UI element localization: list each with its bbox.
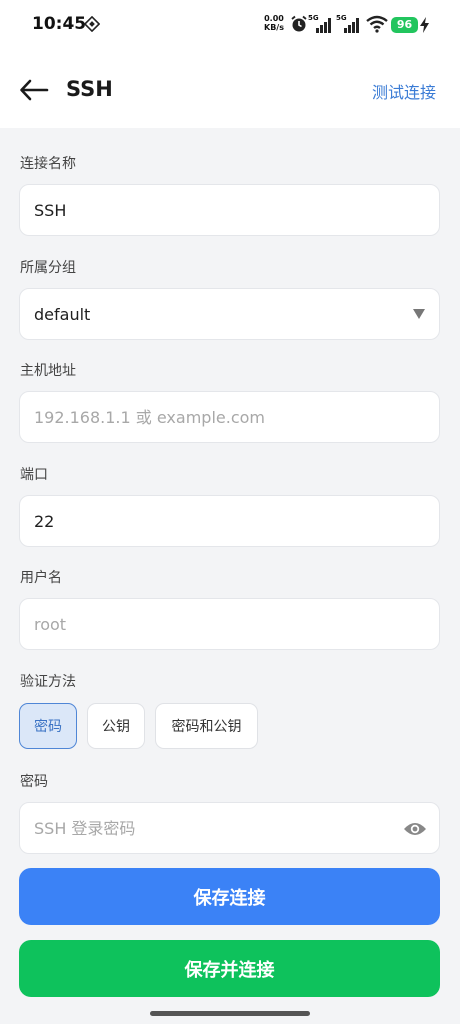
eye-icon[interactable] [403,819,427,839]
diamond-status-icon [84,16,100,32]
host-label: 主机地址 [20,363,76,379]
connection-name-label: 连接名称 [20,156,76,172]
net-speed-unit: KB/s [264,23,284,32]
auth-option-password[interactable]: 密码 [19,703,77,749]
auth-option-password-and-publickey[interactable]: 密码和公钥 [155,703,258,749]
port-field[interactable] [19,495,440,547]
signal-icon [316,18,331,33]
signal-1: 5G [308,14,332,34]
home-indicator [150,1011,310,1016]
username-field[interactable] [19,598,440,650]
bolt-icon [420,17,429,33]
group-selected-value: default [34,304,91,324]
password-field[interactable] [19,802,440,854]
signal-icon [344,18,359,33]
back-arrow-icon[interactable] [18,76,50,104]
username-label: 用户名 [20,570,62,586]
port-input[interactable] [34,511,425,531]
host-field[interactable] [19,391,440,443]
app-bar: SSH 测试连接 [0,60,460,120]
test-connection-button[interactable]: 测试连接 [372,79,436,103]
page-title: SSH [66,77,113,101]
status-bar: 10:45 0.00 KB/s 5G 5G 96 [0,0,460,52]
status-time: 10:45 [32,14,87,34]
signal-2: 5G [336,14,360,34]
net-speed: 0.00 KB/s [264,14,284,32]
battery-indicator: 96 [391,17,418,33]
group-label: 所属分组 [20,260,76,276]
connection-name-field[interactable] [19,184,440,236]
connection-name-input[interactable] [34,200,425,220]
net-speed-value: 0.00 [264,14,284,23]
alarm-icon [291,15,307,32]
wifi-icon [366,15,388,33]
auth-option-publickey[interactable]: 公钥 [87,703,145,749]
dropdown-triangle-icon [413,309,425,319]
auth-method-label: 验证方法 [20,674,76,690]
group-select[interactable]: default [19,288,440,340]
host-input[interactable] [34,407,425,427]
port-label: 端口 [20,467,48,483]
save-connection-button[interactable]: 保存连接 [19,868,440,925]
username-input[interactable] [34,614,425,634]
password-input[interactable] [34,818,394,838]
save-and-connect-button[interactable]: 保存并连接 [19,940,440,997]
password-label: 密码 [20,774,48,790]
